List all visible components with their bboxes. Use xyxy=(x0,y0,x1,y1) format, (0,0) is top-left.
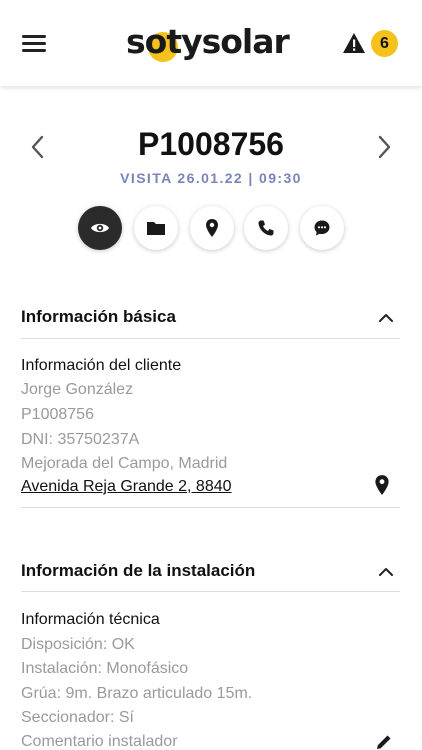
documents-button[interactable] xyxy=(134,206,178,250)
location-pin-icon xyxy=(206,219,218,237)
chat-button[interactable] xyxy=(300,206,344,250)
visit-code-title: P1008756 xyxy=(138,126,284,162)
alert-count-badge: 6 xyxy=(371,30,398,57)
client-dni: DNI: 35750237A xyxy=(21,431,140,448)
location-button[interactable] xyxy=(190,206,234,250)
client-city: Mejorada del Campo, Madrid xyxy=(21,455,228,472)
installer-comment-label: Comentario instalador xyxy=(21,733,178,750)
alerts-button[interactable]: 6 xyxy=(342,30,402,58)
eye-icon xyxy=(91,223,109,233)
map-pin-icon[interactable] xyxy=(373,474,391,496)
basic-info-heading: Información básica xyxy=(21,307,176,326)
action-bar xyxy=(78,206,348,252)
warning-icon xyxy=(343,33,365,53)
client-info-subheading: Información del cliente xyxy=(21,357,182,374)
divider xyxy=(21,338,400,339)
divider xyxy=(21,507,400,508)
chat-icon xyxy=(314,220,330,236)
installation-type-value: Instalación: Monofásico xyxy=(21,660,189,677)
client-address-link[interactable]: Avenida Reja Grande 2, 8840 xyxy=(21,478,232,496)
divider xyxy=(21,591,400,592)
view-button[interactable] xyxy=(78,206,122,250)
brand-name: sotysolar xyxy=(126,22,290,61)
disconnector-value: Seccionador: Sí xyxy=(21,709,134,726)
client-code: P1008756 xyxy=(21,406,94,423)
basic-info-chevron-up-icon[interactable] xyxy=(376,311,396,325)
crane-value: Grúa: 9m. Brazo articulado 15m. xyxy=(21,685,253,702)
client-name: Jorge González xyxy=(21,381,134,398)
call-button[interactable] xyxy=(244,206,288,250)
technical-info-subheading: Información técnica xyxy=(21,611,160,628)
hamburger-menu-icon[interactable] xyxy=(22,35,46,53)
folder-icon xyxy=(147,222,165,235)
disposition-value: Disposición: OK xyxy=(21,636,135,653)
edit-pencil-icon[interactable] xyxy=(374,732,394,750)
installation-info-heading: Información de la instalación xyxy=(21,561,256,580)
phone-icon xyxy=(258,220,274,236)
brand-logo: sotysolar xyxy=(126,20,298,66)
next-chevron-icon[interactable] xyxy=(372,132,396,162)
visit-datetime: VISITA 26.01.22 | 09:30 xyxy=(120,170,302,186)
installation-info-chevron-up-icon[interactable] xyxy=(376,565,396,579)
top-bar: sotysolar 6 xyxy=(0,0,422,86)
